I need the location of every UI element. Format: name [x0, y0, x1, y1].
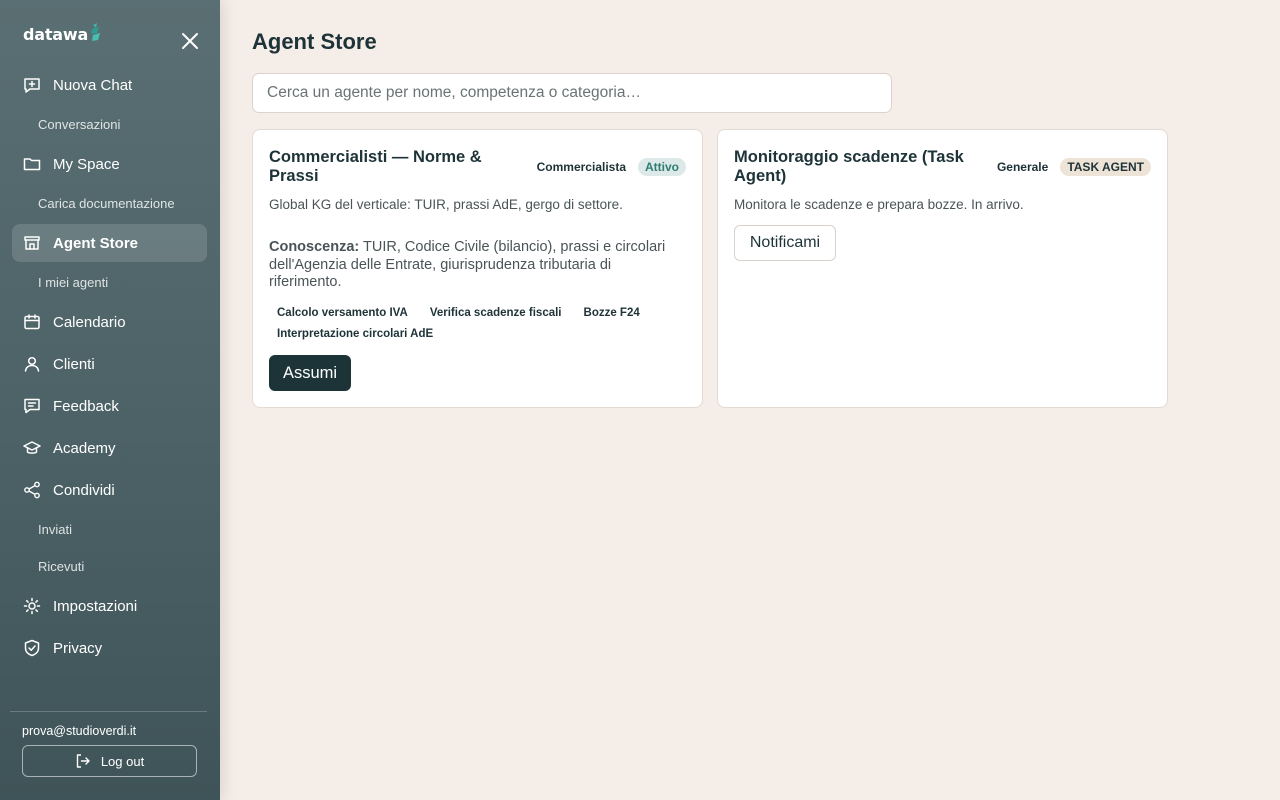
logout-icon: [75, 753, 91, 769]
sidebar-item-privacy[interactable]: Privacy: [12, 629, 207, 667]
agent-card-description: Monitora le scadenze e prepara bozze. In…: [734, 197, 1024, 212]
sidebar-footer: prova@studioverdi.it Log out: [10, 711, 207, 777]
sidebar-subitem-inviati[interactable]: Inviati: [12, 513, 207, 546]
sidebar-item-label: Calendario: [53, 313, 126, 331]
close-sidebar-button[interactable]: [179, 30, 201, 52]
agent-card-title: Commercialisti — Norme & Prassi: [269, 148, 482, 185]
sidebar: datawa Nuova Chat Conversazioni My Space…: [0, 0, 220, 800]
sidebar-subitem-i-miei-agenti[interactable]: I miei agenti: [12, 266, 207, 299]
graduation-cap-icon: [23, 439, 41, 457]
skill-tag: Bozze F24: [583, 307, 640, 319]
logo-mark-icon: [90, 22, 102, 47]
sidebar-item-condividi[interactable]: Condividi: [12, 471, 207, 509]
sidebar-item-clienti[interactable]: Clienti: [12, 345, 207, 383]
sidebar-subitem-ricevuti[interactable]: Ricevuti: [12, 550, 207, 583]
sidebar-item-label: Clienti: [53, 355, 95, 373]
category-label: Generale: [996, 160, 1049, 174]
user-email: prova@studioverdi.it: [22, 724, 137, 738]
sidebar-nav: Nuova Chat Conversazioni My Space Carica…: [12, 66, 207, 671]
page-title: Agent Store: [252, 29, 377, 54]
logo-text: datawa: [23, 25, 89, 44]
sidebar-subitem-conversazioni[interactable]: Conversazioni: [12, 108, 207, 141]
sidebar-item-label: My Space: [53, 155, 120, 173]
status-badge: Attivo: [638, 158, 686, 176]
knowledge-label: Conoscenza:: [269, 239, 360, 255]
agent-card-commercialisti: Commercialisti — Norme & Prassi Commerci…: [252, 129, 703, 408]
sidebar-item-label: Impostazioni: [53, 597, 138, 615]
agent-card-badges: Generale TASK AGENT: [997, 158, 1151, 176]
agent-card-badges: Commercialista Attivo: [537, 158, 686, 176]
sidebar-item-label: Nuova Chat: [53, 76, 133, 94]
sidebar-item-impostazioni[interactable]: Impostazioni: [12, 587, 207, 625]
sidebar-item-my-space[interactable]: My Space: [12, 145, 207, 183]
skill-tags: Calcolo versamento IVA Verifica scadenze…: [269, 305, 689, 347]
store-icon: [23, 234, 41, 252]
skill-tag: Calcolo versamento IVA: [277, 307, 408, 319]
logo[interactable]: datawa: [23, 22, 102, 47]
agent-card-description: Global KG del verticale: TUIR, prassi Ad…: [269, 197, 623, 212]
chat-plus-icon: [23, 76, 41, 94]
search-input[interactable]: [252, 73, 892, 113]
folder-icon: [23, 155, 41, 173]
sidebar-item-label: Condividi: [53, 481, 115, 499]
sidebar-item-nuova-chat[interactable]: Nuova Chat: [12, 66, 207, 104]
feedback-icon: [23, 397, 41, 415]
category-label: Commercialista: [536, 160, 626, 174]
share-icon: [23, 481, 41, 499]
sun-settings-icon: [23, 597, 41, 615]
logout-button[interactable]: Log out: [22, 745, 197, 777]
logout-label: Log out: [100, 753, 145, 769]
sidebar-item-calendario[interactable]: Calendario: [12, 303, 207, 341]
sidebar-item-label: Academy: [53, 439, 116, 457]
calendar-icon: [23, 313, 41, 331]
skill-tag: Interpretazione circolari AdE: [277, 328, 434, 340]
agent-card-title: Monitoraggio scadenze (Task Agent): [734, 148, 964, 185]
agent-card-knowledge: Conoscenza: TUIR, Codice Civile (bilanci…: [269, 239, 684, 292]
shield-check-icon: [23, 639, 41, 657]
sidebar-subitem-carica-documentazione[interactable]: Carica documentazione: [12, 187, 207, 220]
skill-tag: Verifica scadenze fiscali: [429, 307, 562, 319]
assumi-button[interactable]: Assumi: [269, 355, 351, 391]
agent-card-monitoraggio-scadenze: Monitoraggio scadenze (Task Agent) Gener…: [717, 129, 1168, 408]
sidebar-item-feedback[interactable]: Feedback: [12, 387, 207, 425]
close-icon: [182, 33, 198, 49]
sidebar-item-agent-store[interactable]: Agent Store: [12, 224, 207, 262]
sidebar-item-label: Agent Store: [53, 234, 139, 252]
sidebar-item-academy[interactable]: Academy: [12, 429, 207, 467]
type-badge: TASK AGENT: [1060, 158, 1151, 176]
user-icon: [23, 355, 41, 373]
notificami-button[interactable]: Notificami: [734, 225, 836, 261]
sidebar-item-label: Feedback: [53, 397, 119, 415]
sidebar-item-label: Privacy: [53, 639, 103, 657]
